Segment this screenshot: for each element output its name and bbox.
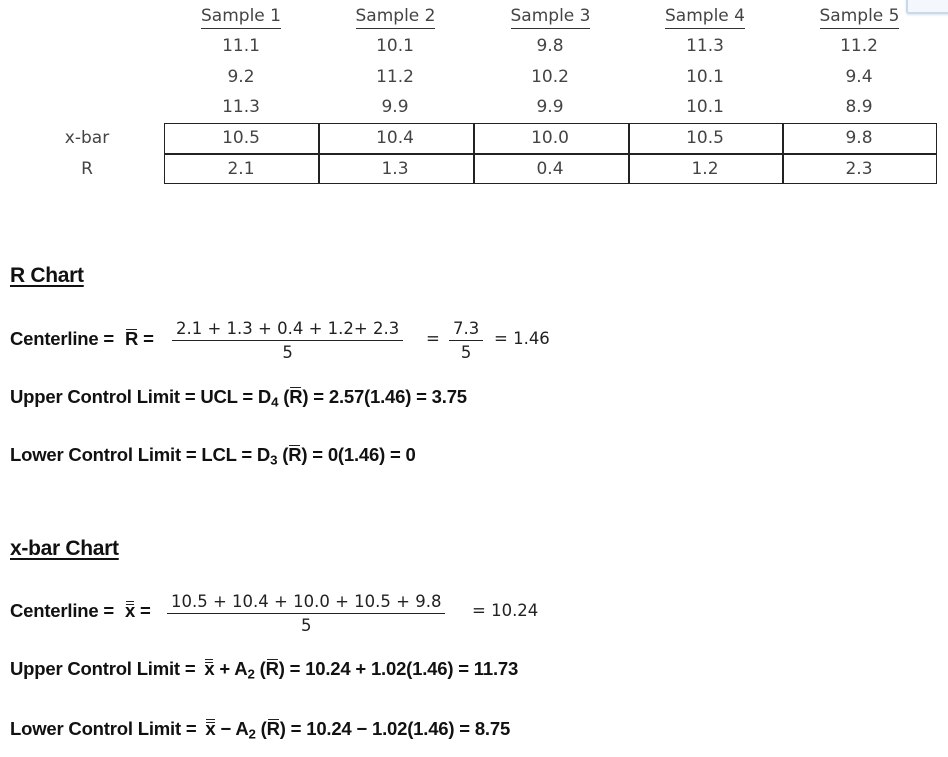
observation-cell: 9.2 (227, 67, 255, 87)
range-cell: 1.2 (691, 159, 719, 179)
row-label-r: R (81, 159, 93, 179)
xbar-cell: 10.0 (531, 128, 569, 148)
column-header-sample-4: Sample 4 (628, 5, 782, 29)
column-header-sample-3: Sample 3 (473, 5, 628, 29)
r-centerline-formula: Centerline = R = (10, 328, 154, 350)
r-ucl-label: Upper Control Limit = UCL = D (10, 386, 272, 407)
r-centerline-sum-numerator: 7.3 (449, 319, 484, 341)
r-centerline-sum-denominator: 5 (460, 343, 472, 362)
r-centerline-sum-fraction: 7.3 5 (449, 319, 484, 362)
row-label-xbar: x-bar (64, 128, 110, 148)
observation-cell: 10.1 (686, 97, 724, 117)
xbar-lcl-label: Lower Control Limit = (10, 718, 197, 739)
observation-cell: 8.9 (845, 97, 873, 117)
xbar-centerline-denominator: 5 (300, 616, 312, 635)
xbar-centerline-equals: = (140, 600, 151, 621)
xbar-cell: 10.4 (376, 128, 414, 148)
r-ucl-formula: Upper Control Limit = UCL = D4 (R) = 2.5… (10, 386, 467, 409)
r-bar-symbol: R (124, 328, 139, 349)
summary-row-divider (164, 153, 937, 155)
xbar-centerline-numerator: 10.5 + 10.4 + 10.0 + 10.5 + 9.8 (167, 592, 446, 614)
r-ucl-result: ) = 2.57(1.46) = 3.75 (302, 386, 467, 407)
observation-cell: 11.3 (686, 36, 724, 56)
xbar-cell: 10.5 (686, 128, 724, 148)
x-double-bar-symbol: x (205, 718, 216, 739)
r-centerline-mid-equals: = (426, 329, 440, 348)
observation-cell: 11.3 (222, 97, 260, 117)
observation-cell: 9.4 (845, 67, 873, 87)
xbar-lcl-open: ( (255, 718, 267, 739)
xbar-ucl-result: ) = 10.24 + 1.02(1.46) = 11.73 (278, 658, 519, 679)
r-bar-symbol: R (288, 444, 302, 465)
x-double-bar-symbol: x (124, 600, 136, 621)
xbar-lcl-result: ) = 10.24 − 1.02(1.46) = 8.75 (279, 718, 511, 739)
xbar-lcl-operator: − A (215, 718, 249, 739)
range-cell: 2.3 (845, 159, 873, 179)
xbar-cell: 9.8 (845, 128, 873, 148)
range-cell: 1.3 (381, 159, 409, 179)
xbar-lcl-formula: Lower Control Limit = x − A2 (R) = 10.24… (10, 718, 510, 741)
xbar-centerline-result: = 10.24 (472, 601, 539, 620)
observation-cell: 11.2 (840, 36, 878, 56)
xbar-ucl-subscript: 2 (247, 666, 255, 682)
xbar-centerline-label: Centerline = (10, 600, 115, 621)
column-header-sample-2: Sample 2 (318, 5, 473, 29)
observation-cell: 11.1 (222, 36, 260, 56)
r-bar-symbol: R (266, 718, 280, 739)
observation-cell: 9.9 (536, 97, 564, 117)
xbar-cell: 10.5 (222, 128, 260, 148)
xbar-lcl-subscript: 2 (248, 726, 256, 742)
xbar-chart-title: x-bar Chart (10, 537, 119, 560)
r-chart-title: R Chart (10, 264, 84, 287)
xbar-centerline-fraction: 10.5 + 10.4 + 10.0 + 10.5 + 9.8 5 (167, 592, 446, 635)
r-centerline-result: = 1.46 (494, 329, 550, 348)
range-cell: 0.4 (536, 159, 564, 179)
x-double-bar-symbol: x (204, 658, 215, 679)
r-bar-symbol: R (289, 386, 303, 407)
column-header-sample-5: Sample 5 (782, 5, 937, 29)
r-centerline-equals: = (143, 328, 154, 349)
xbar-ucl-formula: Upper Control Limit = x + A2 (R) = 10.24… (10, 658, 518, 681)
xbar-ucl-label: Upper Control Limit = (10, 658, 196, 679)
xbar-ucl-open: ( (254, 658, 266, 679)
r-ucl-open: ( (278, 386, 290, 407)
observation-cell: 10.1 (686, 67, 724, 87)
observation-cell: 10.2 (531, 67, 569, 87)
r-centerline-numerator: 2.1 + 1.3 + 0.4 + 1.2+ 2.3 (172, 319, 404, 341)
r-centerline-fraction: 2.1 + 1.3 + 0.4 + 1.2+ 2.3 5 (172, 319, 404, 362)
r-bar-symbol: R (265, 658, 279, 679)
r-centerline-label: Centerline = (10, 328, 115, 349)
xbar-ucl-operator: + A (214, 658, 248, 679)
r-lcl-open: ( (277, 444, 289, 465)
observation-cell: 9.8 (536, 36, 564, 56)
column-header-sample-1: Sample 1 (164, 5, 318, 29)
range-cell: 2.1 (227, 159, 255, 179)
r-lcl-result: ) = 0(1.46) = 0 (301, 444, 416, 465)
observation-cell: 11.2 (376, 67, 414, 87)
r-lcl-formula: Lower Control Limit = LCL = D3 (R) = 0(1… (10, 444, 416, 467)
r-lcl-label: Lower Control Limit = LCL = D (10, 444, 271, 465)
xbar-centerline-formula: Centerline = x = (10, 600, 151, 622)
observation-cell: 10.1 (376, 36, 414, 56)
observation-cell: 9.9 (381, 97, 409, 117)
r-centerline-denominator: 5 (282, 343, 293, 362)
